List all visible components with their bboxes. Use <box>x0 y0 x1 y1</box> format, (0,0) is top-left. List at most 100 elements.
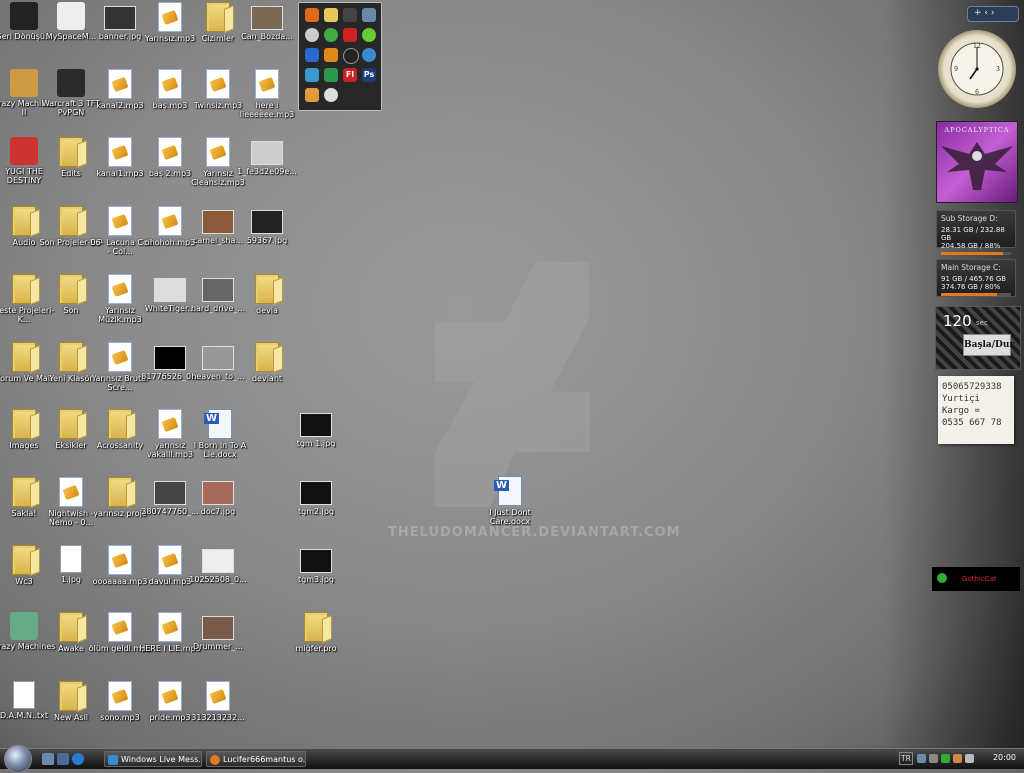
img-icon <box>251 210 283 234</box>
desktop-icon[interactable]: tgm3.jpg <box>282 545 350 584</box>
drive-c-gadget: Main Storage C: 91 GB / 465.76 GB 374.76… <box>936 259 1016 297</box>
folder-icon[interactable] <box>324 8 338 22</box>
blue-app-icon[interactable] <box>305 48 319 62</box>
cd-icon[interactable] <box>305 28 319 42</box>
cat-icon[interactable] <box>324 88 338 102</box>
desktop-icon[interactable]: doc7.jpg <box>184 477 252 516</box>
desktop-icon[interactable]: devia <box>233 274 301 315</box>
timer-value: 120 <box>943 312 972 330</box>
fl-studio-icon[interactable]: Fl <box>343 68 357 82</box>
folder-icon <box>59 681 83 711</box>
refresh-icon[interactable] <box>324 68 338 82</box>
winged-skull-icon <box>941 142 1013 190</box>
desktop-icon[interactable]: 10252508_0... <box>184 545 252 584</box>
folder-icon <box>255 342 279 372</box>
timer-gadget: 120 sec Başla/Dur <box>935 306 1021 370</box>
desktop-icon[interactable]: tgm 1.jpg <box>282 409 350 448</box>
note-gadget[interactable]: 05065729338 Yurtiçi Kargo = 0535 667 78 <box>938 376 1014 444</box>
switch-windows-icon[interactable] <box>57 753 69 765</box>
desktop-icon[interactable]: miğfer.pro <box>282 612 350 653</box>
taskbar-item-label: Windows Live Mess... <box>121 755 202 764</box>
desktop-icon[interactable]: here i lieeeeee.mp3 <box>233 69 301 119</box>
start-button[interactable] <box>4 745 32 773</box>
timer-start-stop-button[interactable]: Başla/Dur <box>963 334 1014 356</box>
desktop-icon[interactable]: I Born In To A Lie.docx <box>186 409 254 459</box>
mp3-icon <box>158 206 182 236</box>
mp3-icon <box>206 69 230 99</box>
folder-icon <box>59 206 83 236</box>
desktop-icon-label: I Born In To A Lie.docx <box>193 441 247 459</box>
taskbar-item-messenger[interactable]: Windows Live Mess... <box>104 751 202 767</box>
record-icon[interactable] <box>343 48 359 64</box>
sidebar-controls[interactable]: + ‹ › <box>967 6 1019 22</box>
clock-gadget: 12369 <box>938 30 1016 108</box>
mp3-icon <box>255 69 279 99</box>
chrome-icon[interactable] <box>362 48 376 62</box>
taskbar-clock[interactable]: 20:00 <box>993 753 1016 762</box>
drive-d-line1: 28.31 GB / 232.88 GB <box>941 226 1005 242</box>
desktop-icon[interactable]: 313213232... <box>184 681 252 722</box>
img-icon <box>202 278 234 302</box>
desktop-icon-label: tgm2.jpg <box>297 507 335 516</box>
firefox-icon <box>210 755 220 765</box>
media-icon[interactable] <box>343 28 357 42</box>
msn-gadget[interactable]: GothicCat <box>932 567 1020 591</box>
mp3-icon <box>158 2 182 32</box>
taskbar: Windows Live Mess... Lucifer666mantus o.… <box>0 745 1024 773</box>
taskbar-item-firefox[interactable]: Lucifer666mantus o... <box>206 751 306 767</box>
desktop-icon[interactable]: deviant <box>233 342 301 383</box>
app-icon <box>57 69 85 97</box>
desktop-icon[interactable]: 59367.jpg <box>233 206 301 245</box>
desktop-icon-label: tgm 1.jpg <box>296 439 336 448</box>
network-icon[interactable] <box>917 754 926 763</box>
img-icon <box>104 6 136 30</box>
messenger-tray-icon[interactable] <box>941 754 950 763</box>
messenger-icon <box>108 755 118 765</box>
users-icon[interactable] <box>305 68 319 82</box>
desktop-icon[interactable]: tgm2.jpg <box>282 477 350 516</box>
photoshop-icon[interactable]: Ps <box>362 68 376 82</box>
desktop-icon-label: 59367.jpg <box>246 236 288 245</box>
mp3-icon <box>158 409 182 439</box>
app-icon <box>10 612 38 640</box>
volume-icon[interactable] <box>965 754 974 763</box>
shield-icon[interactable] <box>953 754 962 763</box>
window-icon[interactable] <box>362 8 376 22</box>
drive-d-gadget: Sub Storage D: 28.31 GB / 232.88 GB 204.… <box>936 210 1016 255</box>
img-icon <box>154 278 186 302</box>
mp3-icon <box>59 477 83 507</box>
drive-d-title: Sub Storage D: <box>941 214 998 223</box>
img-icon <box>251 6 283 30</box>
green-app-icon[interactable] <box>324 28 338 42</box>
desktop-icon[interactable]: I Just Dont Care.docx <box>476 476 544 526</box>
monitor-icon[interactable] <box>929 754 938 763</box>
mp3-icon <box>206 137 230 167</box>
svg-text:9: 9 <box>954 66 958 73</box>
desktop-icon-label: 313213232... <box>191 713 245 722</box>
mp3-icon <box>108 612 132 642</box>
language-indicator[interactable]: TR <box>899 752 913 765</box>
show-desktop-icon[interactable] <box>42 753 54 765</box>
desktop-vignette <box>884 0 1024 748</box>
desktop-icon[interactable]: Drummer_... <box>184 612 252 651</box>
fox-icon[interactable] <box>305 88 319 102</box>
drive-c-title: Main Storage C: <box>941 263 1001 272</box>
app-icon <box>10 137 38 165</box>
app-icon[interactable] <box>343 8 357 22</box>
desktop-icon[interactable]: 1_fe3d2e09e... <box>233 137 301 176</box>
folder-icon <box>206 2 230 32</box>
firefox-icon[interactable] <box>305 8 319 22</box>
doc-icon <box>204 409 232 439</box>
mp3-icon <box>158 137 182 167</box>
mp3-icon <box>158 545 182 575</box>
orange-app-icon[interactable] <box>324 48 338 62</box>
folder-icon <box>59 342 83 372</box>
desktop-icon[interactable]: Can_Bozda... <box>233 2 301 41</box>
folder-icon <box>108 409 132 439</box>
watermark-text: THELUDOMANCER.DEVIANTART.COM <box>388 525 681 540</box>
desktop-icon-label: doc7.jpg <box>200 507 236 516</box>
lime-icon[interactable] <box>362 28 376 42</box>
internet-explorer-icon[interactable] <box>72 753 84 765</box>
desktop-icon-label: miğfer.pro <box>295 644 337 653</box>
desktop-icon-label: devia <box>256 306 278 315</box>
